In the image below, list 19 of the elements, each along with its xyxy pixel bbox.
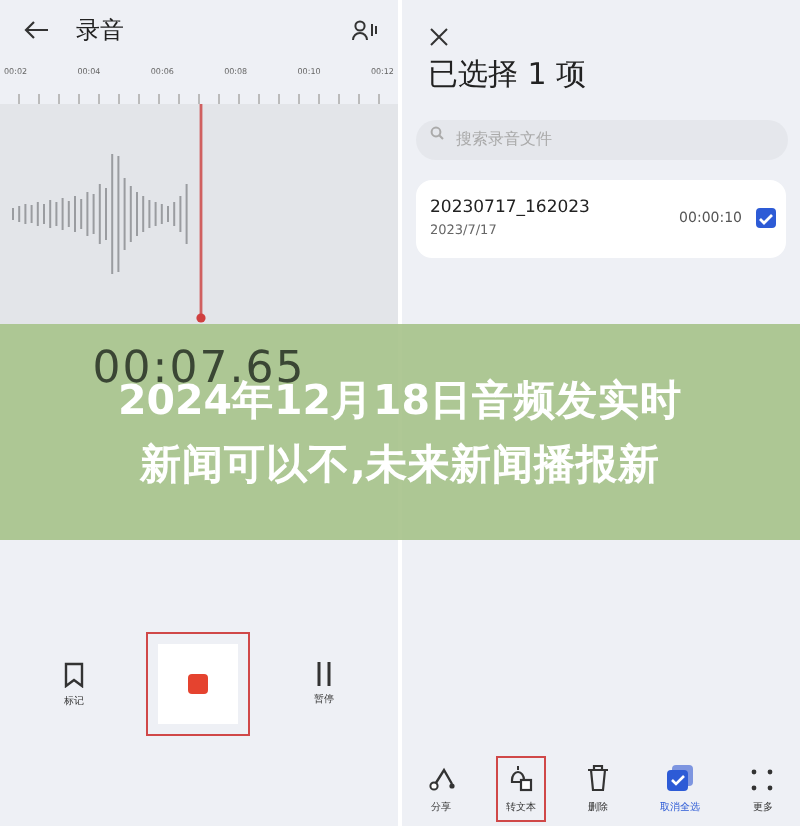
playhead-line[interactable] bbox=[196, 104, 206, 324]
file-name: 20230717_162023 bbox=[430, 198, 592, 218]
headline-line: 新闻可以不,未来新闻播报新 bbox=[140, 438, 660, 492]
microphone-text-icon bbox=[506, 764, 535, 792]
screen-title: 录音 bbox=[76, 13, 126, 47]
back-arrow-icon[interactable] bbox=[24, 20, 48, 40]
search-icon bbox=[430, 126, 444, 140]
selection-title: 已选择 1 项 bbox=[428, 56, 589, 94]
trash-icon bbox=[585, 764, 610, 792]
bookmark-icon bbox=[63, 661, 84, 687]
share-icon bbox=[427, 766, 456, 792]
more-icon bbox=[750, 768, 775, 792]
pause-icon bbox=[316, 662, 333, 686]
checkbox[interactable] bbox=[756, 208, 776, 228]
person-voice-icon[interactable] bbox=[352, 20, 378, 40]
stop-button[interactable] bbox=[158, 644, 239, 724]
checkbox-icon bbox=[666, 764, 695, 792]
close-icon[interactable] bbox=[430, 28, 448, 46]
search-field[interactable]: 搜索录音文件 bbox=[416, 119, 788, 159]
